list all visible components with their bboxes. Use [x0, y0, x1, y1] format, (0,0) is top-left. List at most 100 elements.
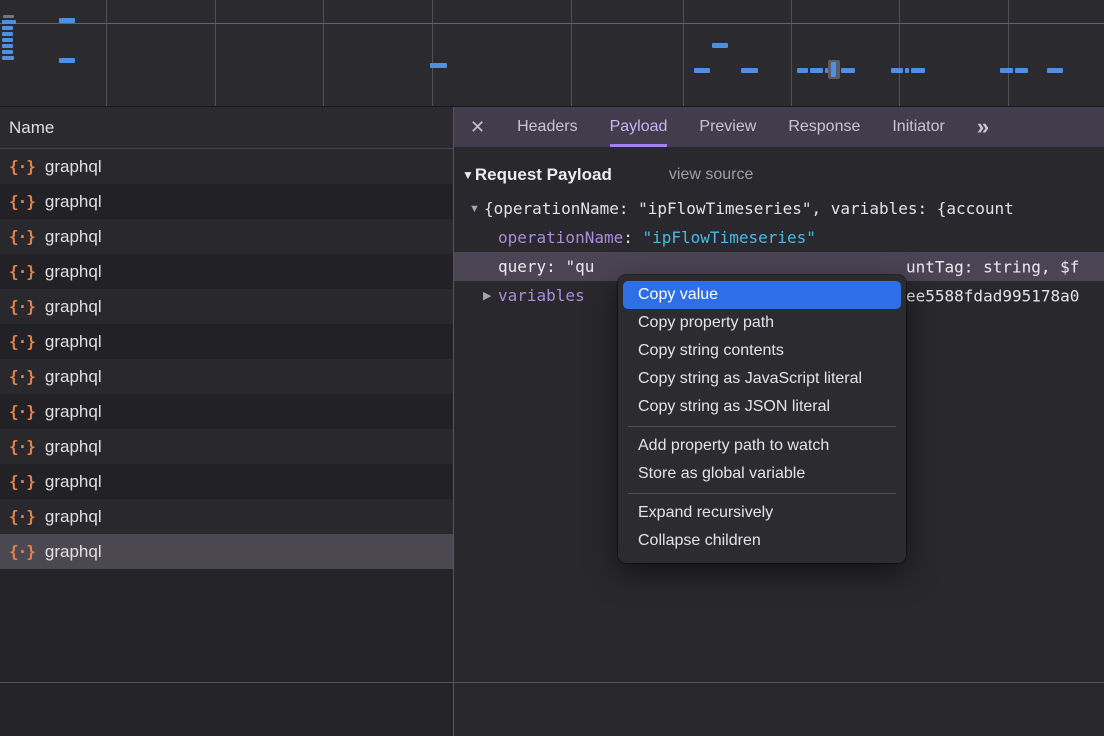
network-main-split: Name {·}graphql{·}graphql{·}graphql{·}gr… [0, 107, 1104, 736]
name-column-header[interactable]: Name [0, 107, 453, 149]
table-footer-divider [0, 682, 1104, 683]
overview-request-bar [2, 32, 13, 36]
request-list: {·} graphql {·} graphql {·} graphql {·} graphql… [0, 149, 453, 569]
json-braces-icon: {·} [9, 192, 35, 211]
overview-request-bar [2, 56, 14, 60]
network-request-row[interactable]: {·} graphql [0, 429, 453, 464]
overview-request-bar [911, 68, 925, 73]
json-braces-icon: {·} [9, 542, 35, 561]
json-braces-icon: {·} [9, 402, 35, 421]
overview-request-bar [741, 68, 758, 73]
json-braces-icon: {·} [9, 297, 35, 316]
context-menu: Copy valueCopy property pathCopy string … [618, 275, 906, 563]
network-request-row[interactable]: {·} graphql [0, 219, 453, 254]
network-request-row[interactable]: {·} graphql [0, 499, 453, 534]
overview-request-bar [712, 43, 728, 48]
close-icon[interactable]: ✕ [470, 117, 485, 138]
more-tabs-icon[interactable]: » [977, 114, 989, 140]
menu-item-copy-value[interactable]: Copy value [623, 281, 901, 309]
overview-gridline [1008, 0, 1009, 106]
json-braces-icon: {·} [9, 157, 35, 176]
view-source-link[interactable]: view source [669, 166, 753, 184]
network-request-row[interactable]: {·}graphql [0, 534, 453, 569]
network-request-row[interactable]: {·} graphql [0, 184, 453, 219]
detail-tab-bar: ✕ Headers Payload Preview Response Initiator… [454, 107, 1104, 147]
menu-item-copy-string-as-javascript-literal[interactable]: Copy string as JavaScript literal [623, 365, 901, 393]
request-name-label: graphql [45, 472, 102, 492]
json-braces-icon: {·} [9, 472, 35, 491]
overview-gridline [571, 0, 572, 106]
json-braces-icon: {·} [9, 507, 35, 526]
menu-separator [628, 426, 896, 427]
tab-payload[interactable]: Payload [610, 107, 668, 147]
network-request-row[interactable]: {·} graphql [0, 359, 453, 394]
overview-request-bar [831, 62, 836, 77]
request-name-label: graphql [45, 332, 102, 352]
request-name-label: graphql [45, 157, 102, 177]
menu-item-copy-string-as-json-literal[interactable]: Copy string as JSON literal [623, 393, 901, 421]
menu-item-copy-property-path[interactable]: Copy property path [623, 309, 901, 337]
json-braces-icon: {·} [9, 332, 35, 351]
request-list-panel: Name {·}graphql{·}graphql{·}graphql{·}gr… [0, 107, 454, 736]
request-name-label: graphql [45, 262, 102, 282]
request-name-label: graphql [45, 507, 102, 527]
overview-request-bar [841, 68, 855, 73]
detail-tabs: Headers Payload Preview Response Initiator [501, 107, 961, 147]
request-name-label: graphql [45, 192, 102, 212]
overview-request-bar [1047, 68, 1063, 73]
network-overview-timeline[interactable] [0, 0, 1104, 107]
menu-item-collapse-children[interactable]: Collapse children [623, 527, 901, 555]
request-name-label: graphql [45, 402, 102, 422]
json-braces-icon: {·} [9, 437, 35, 456]
network-request-row[interactable]: {·} graphql [0, 149, 453, 184]
network-request-row[interactable]: {·}graphql [0, 254, 453, 289]
object-preview-text: {operationName: "ipFlowTimeseries", vari… [484, 199, 1014, 218]
payload-root-row[interactable]: ▼{operationName: "ipFlowTimeseries", var… [454, 194, 1104, 223]
network-request-row[interactable]: {·} graphql [0, 289, 453, 324]
key-separator: : [546, 257, 565, 276]
network-request-row[interactable]: {·} graphql [0, 464, 453, 499]
overview-gridline [215, 0, 216, 106]
overview-request-bar [891, 68, 903, 73]
json-braces-icon: {·} [9, 227, 35, 246]
tab-response[interactable]: Response [788, 107, 860, 147]
property-value-string: "ipFlowTimeseries" [643, 228, 816, 247]
expand-triangle-icon[interactable]: ▶ [483, 289, 498, 302]
section-title: Request Payload [475, 165, 612, 185]
property-value-string-right: untTag: string, $f [906, 257, 1079, 276]
menu-separator [628, 493, 896, 494]
overview-gridline [323, 0, 324, 106]
key-separator: : [623, 228, 642, 247]
overview-request-bar [1000, 68, 1013, 73]
property-key: query [498, 257, 546, 276]
menu-item-expand-recursively[interactable]: Expand recursively [623, 499, 901, 527]
overview-request-bar [59, 58, 75, 63]
overview-gridline [432, 0, 433, 106]
overview-request-bar [2, 38, 13, 42]
request-payload-section-header: ▼ Request Payload view source [454, 160, 1104, 190]
overview-request-bar [2, 50, 13, 54]
network-request-row[interactable]: {·} graphql [0, 324, 453, 359]
section-collapse-icon[interactable]: ▼ [462, 168, 474, 182]
tab-headers[interactable]: Headers [517, 107, 577, 147]
menu-item-add-property-path-to-watch[interactable]: Add property path to watch [623, 432, 901, 460]
network-request-row[interactable]: {·} graphql [0, 394, 453, 429]
menu-item-copy-string-contents[interactable]: Copy string contents [623, 337, 901, 365]
overview-request-bar [905, 68, 909, 73]
overview-request-bar [797, 68, 808, 73]
object-preview-fragment-right: ee5588fdad995178a0 [906, 286, 1079, 305]
request-name-label: graphql [45, 437, 102, 457]
overview-request-bar [694, 68, 710, 73]
request-name-label: graphql [45, 227, 102, 247]
tab-initiator[interactable]: Initiator [892, 107, 944, 147]
overview-gridline [791, 0, 792, 106]
overview-request-bar [2, 26, 13, 30]
payload-operationname-row[interactable]: operationName: "ipFlowTimeseries" [454, 223, 1104, 252]
name-column-label: Name [9, 118, 54, 138]
request-name-label: graphql [45, 297, 102, 317]
menu-item-store-as-global-variable[interactable]: Store as global variable [623, 460, 901, 488]
json-braces-icon: {·} [9, 367, 35, 386]
collapse-triangle-icon[interactable]: ▼ [469, 203, 484, 215]
tab-preview[interactable]: Preview [699, 107, 756, 147]
request-name-label: graphql [45, 367, 102, 387]
